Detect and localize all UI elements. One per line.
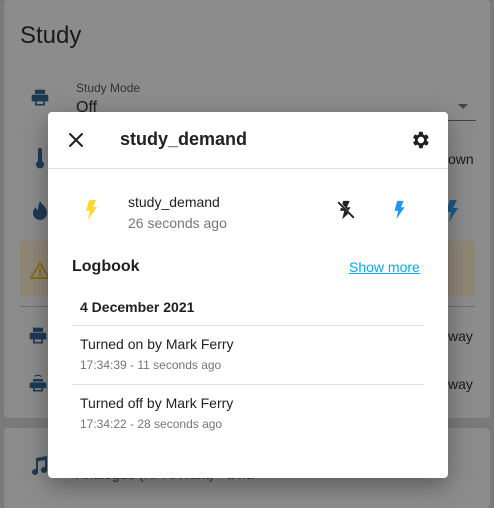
logbook-date: 4 December 2021	[80, 299, 195, 315]
bg-state-text: way	[448, 376, 473, 392]
chevron-down-icon	[458, 104, 468, 109]
printer-icon	[28, 326, 48, 351]
bg-state-text: own	[448, 151, 474, 167]
bg-state-text: way	[448, 328, 473, 344]
settings-button[interactable]	[408, 128, 432, 152]
logbook-entry: Turned off by Mark Ferry 17:34:22 - 28 s…	[80, 395, 420, 431]
turn-on-button[interactable]	[388, 198, 412, 222]
dialog-header: study_demand	[48, 112, 448, 169]
flash-off-icon	[337, 200, 355, 220]
logbook-entry-message: Turned on by Mark Ferry	[80, 336, 234, 352]
entity-last-changed: 26 seconds ago	[128, 215, 227, 231]
close-button[interactable]	[64, 128, 88, 152]
divider	[72, 325, 424, 326]
more-info-dialog: study_demand study_demand 26 seconds ago…	[48, 112, 448, 478]
entity-name: study_demand	[128, 194, 220, 210]
show-more-link[interactable]: Show more	[349, 259, 420, 275]
turn-off-button[interactable]	[334, 198, 358, 222]
logbook-entry-time: 17:34:39 - 11 seconds ago	[80, 358, 222, 372]
logbook-entry-message: Turned off by Mark Ferry	[80, 395, 234, 411]
study-mode-label: Study Mode	[76, 81, 141, 95]
wireless-printer-icon	[28, 374, 48, 399]
flash-icon	[80, 198, 104, 222]
music-icon	[30, 456, 48, 481]
page-title: Study	[20, 22, 82, 49]
divider	[72, 384, 424, 385]
flash-icon	[394, 200, 405, 220]
logbook-entry-time: 17:34:22 - 28 seconds ago	[80, 417, 223, 431]
warning-icon	[29, 261, 51, 284]
entity-row: study_demand 26 seconds ago	[48, 190, 448, 234]
close-icon	[69, 133, 83, 147]
logbook-entry: Turned on by Mark Ferry 17:34:39 - 11 se…	[80, 336, 420, 372]
dialog-title: study_demand	[120, 129, 248, 149]
fire-icon	[30, 200, 50, 227]
gear-icon	[413, 131, 429, 149]
thermometer-icon	[32, 148, 48, 175]
printer-icon	[30, 88, 50, 113]
logbook-title: Logbook	[72, 258, 140, 275]
